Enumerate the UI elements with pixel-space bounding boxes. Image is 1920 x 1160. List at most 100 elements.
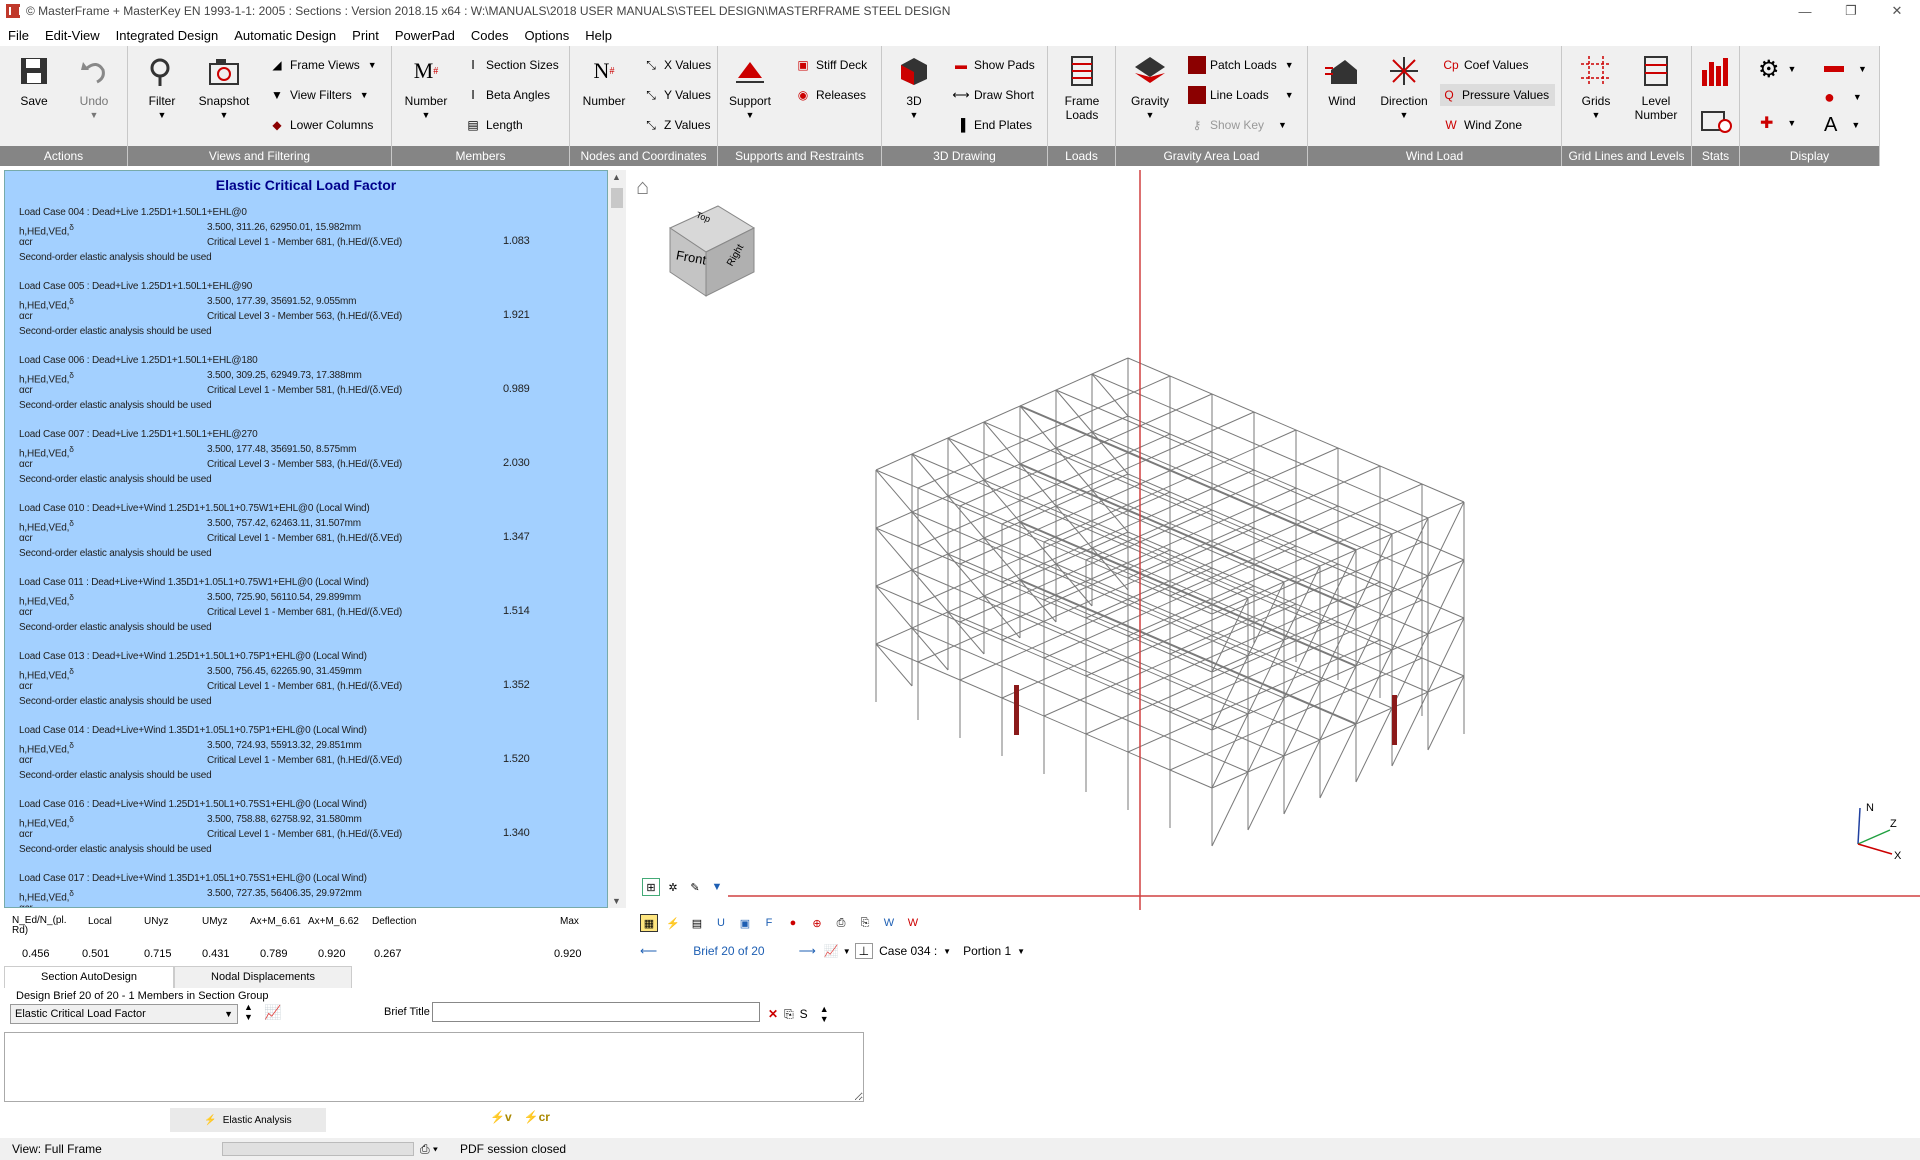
edit-tool-icon[interactable]: ✎ bbox=[686, 878, 704, 896]
graph-dropdown-icon[interactable]: ▼ bbox=[843, 947, 851, 956]
brief-spinner[interactable]: ▲ ▼ bbox=[244, 1002, 253, 1022]
pin-icon[interactable]: ⊥ bbox=[854, 943, 874, 959]
menu-automatic-design[interactable]: Automatic Design bbox=[226, 28, 344, 43]
x-values-button[interactable]: ⤡ X Values bbox=[642, 54, 711, 76]
view-filters-button[interactable]: ▼ View Filters ▼ bbox=[268, 84, 369, 106]
settings-dropdown-icon[interactable]: ▼ bbox=[1788, 64, 1797, 74]
graph-icon[interactable]: 📈 bbox=[824, 944, 839, 958]
layout-icon[interactable]: ▤ bbox=[688, 914, 706, 932]
brief-title-spinner[interactable]: ▲ ▼ bbox=[820, 1004, 829, 1024]
color-button[interactable]: ● ▼ bbox=[1824, 86, 1862, 108]
wind-button[interactable]: Wind bbox=[1314, 54, 1370, 142]
gravity-dropdown-icon[interactable]: ▼ bbox=[1146, 110, 1155, 120]
portion-dropdown-icon[interactable]: ▼ bbox=[1017, 947, 1025, 956]
close-button[interactable]: ✕ bbox=[1874, 0, 1920, 22]
copy-icon[interactable]: ⎘ bbox=[784, 1007, 794, 1022]
tab-section-autodesign[interactable]: Section AutoDesign bbox=[4, 966, 175, 988]
support-dropdown-icon[interactable]: ▼ bbox=[746, 110, 755, 120]
brief-type-dropdown-icon[interactable]: ▼ bbox=[224, 1009, 233, 1019]
3d-dropdown-icon[interactable]: ▼ bbox=[910, 110, 919, 120]
menu-help[interactable]: Help bbox=[577, 28, 620, 43]
filter-tool-icon[interactable]: ▼ bbox=[708, 878, 726, 896]
doc-f-icon[interactable]: F bbox=[760, 914, 778, 932]
draw-short-button[interactable]: ⟷ Draw Short bbox=[952, 84, 1034, 106]
restore-button[interactable]: ❐ bbox=[1828, 0, 1874, 22]
filter-button[interactable]: Filter ▼ bbox=[134, 54, 190, 142]
next-brief-icon[interactable]: ⟶ bbox=[799, 944, 816, 958]
pdf-export-icon[interactable]: W bbox=[904, 914, 922, 932]
menu-codes[interactable]: Codes bbox=[463, 28, 517, 43]
3d-button[interactable]: 3D ▼ bbox=[886, 54, 942, 142]
snapshot-button[interactable]: Snapshot ▼ bbox=[196, 54, 252, 142]
home-icon[interactable]: ⌂ bbox=[636, 174, 649, 200]
y-values-button[interactable]: ⤡ Y Values bbox=[642, 84, 711, 106]
marker-icon[interactable]: ⊕ bbox=[808, 914, 826, 932]
show-pads-button[interactable]: ▬ Show Pads bbox=[952, 54, 1035, 76]
wind-zone-button[interactable]: W Wind Zone bbox=[1442, 114, 1522, 136]
word-export-icon[interactable]: W bbox=[880, 914, 898, 932]
z-values-button[interactable]: ⤡ Z Values bbox=[642, 114, 710, 136]
line-loads-button[interactable]: Line Loads ▼ bbox=[1188, 84, 1294, 106]
color-dropdown-icon[interactable]: ▼ bbox=[1853, 92, 1862, 102]
scroll-up-icon[interactable]: ▲ bbox=[612, 172, 621, 182]
view-cube[interactable]: Top Front Right bbox=[668, 200, 758, 303]
elastic-analysis-button[interactable]: ⚡ Elastic Analysis bbox=[170, 1108, 326, 1132]
snapshot-dropdown-icon[interactable]: ▼ bbox=[220, 110, 229, 120]
frame-loads-button[interactable]: Frame Loads bbox=[1054, 54, 1110, 142]
settings-button[interactable]: ⚙ ▼ bbox=[1758, 56, 1797, 83]
results-scrollbar[interactable]: ▲ ▼ bbox=[608, 170, 626, 908]
member-number-dropdown-icon[interactable]: ▼ bbox=[422, 110, 431, 120]
gravity-button[interactable]: Gravity ▼ bbox=[1122, 54, 1178, 142]
patch-loads-dropdown-icon[interactable]: ▼ bbox=[1285, 60, 1294, 70]
releases-button[interactable]: ◉ Releases bbox=[794, 84, 866, 106]
font-dropdown-icon[interactable]: ▼ bbox=[1851, 120, 1860, 130]
3d-viewport[interactable]: ⌂ Top Front Right N Z X ⊞ ✲ ✎ ▼ bbox=[628, 170, 1920, 910]
print-preview-icon[interactable]: ⎘ bbox=[856, 914, 874, 932]
direction-button[interactable]: Direction ▼ bbox=[1372, 54, 1436, 142]
font-button[interactable]: A ▼ bbox=[1824, 114, 1860, 136]
patch-loads-button[interactable]: Patch Loads ▼ bbox=[1188, 54, 1294, 76]
frame-views-button[interactable]: ◢ Frame Views ▼ bbox=[268, 54, 377, 76]
show-key-dropdown-icon[interactable]: ▼ bbox=[1278, 120, 1287, 130]
menu-file[interactable]: File bbox=[0, 28, 37, 43]
node-display-dropdown-icon[interactable]: ▼ bbox=[1787, 118, 1796, 128]
menu-powerpad[interactable]: PowerPad bbox=[387, 28, 463, 43]
level-number-button[interactable]: Level Number bbox=[1628, 54, 1684, 142]
node-number-button[interactable]: N # Number bbox=[576, 54, 632, 142]
scroll-thumb[interactable] bbox=[611, 188, 623, 208]
scroll-down-icon[interactable]: ▼ bbox=[612, 896, 621, 906]
rotate-tool-icon[interactable]: ✲ bbox=[664, 878, 682, 896]
save-button[interactable]: Save bbox=[6, 54, 62, 142]
stats-info-button[interactable] bbox=[1700, 108, 1732, 138]
menu-integrated-design[interactable]: Integrated Design bbox=[108, 28, 227, 43]
brief-graph-icon[interactable]: 📈 bbox=[264, 1004, 281, 1021]
print-icon[interactable]: ⎙ bbox=[832, 914, 850, 932]
brief-title-input[interactable] bbox=[432, 1002, 760, 1022]
select-tool-icon[interactable]: ⊞ bbox=[642, 878, 660, 896]
stiff-deck-button[interactable]: ▣ Stiff Deck bbox=[794, 54, 867, 76]
delete-icon[interactable]: ✕ bbox=[768, 1007, 778, 1021]
direction-dropdown-icon[interactable]: ▼ bbox=[1400, 110, 1409, 120]
tab-nodal-displacements[interactable]: Nodal Displacements bbox=[174, 966, 352, 988]
section-sizes-button[interactable]: Ⅰ Section Sizes bbox=[464, 54, 558, 76]
line-loads-dropdown-icon[interactable]: ▼ bbox=[1285, 90, 1294, 100]
pdf-icon[interactable]: ⎙ ▾ bbox=[420, 1142, 438, 1157]
brief-notes-area[interactable] bbox=[4, 1032, 864, 1102]
record-icon[interactable]: ● bbox=[784, 914, 802, 932]
view-filters-dropdown-icon[interactable]: ▼ bbox=[360, 90, 369, 100]
frame-views-dropdown-icon[interactable]: ▼ bbox=[368, 60, 377, 70]
grids-dropdown-icon[interactable]: ▼ bbox=[1592, 110, 1601, 120]
member-number-button[interactable]: M # Number ▼ bbox=[398, 54, 454, 142]
stats-chart-button[interactable] bbox=[1700, 56, 1732, 90]
analysis-cr-icon[interactable]: ⚡cr bbox=[524, 1110, 550, 1124]
analysis-v-icon[interactable]: ⚡v bbox=[490, 1110, 512, 1124]
calc-view-icon[interactable]: ⚡ bbox=[664, 914, 682, 932]
minimize-button[interactable]: — bbox=[1782, 0, 1828, 22]
grids-button[interactable]: Grids ▼ bbox=[1568, 54, 1624, 142]
line-style-dropdown-icon[interactable]: ▼ bbox=[1858, 64, 1867, 74]
menu-edit-view[interactable]: Edit-View bbox=[37, 28, 108, 43]
case-dropdown-icon[interactable]: ▼ bbox=[943, 947, 951, 956]
beta-angles-button[interactable]: Ⅰ Beta Angles bbox=[464, 84, 550, 106]
pressure-values-button[interactable]: Q Pressure Values bbox=[1440, 84, 1556, 106]
support-button[interactable]: Support ▼ bbox=[722, 54, 778, 142]
